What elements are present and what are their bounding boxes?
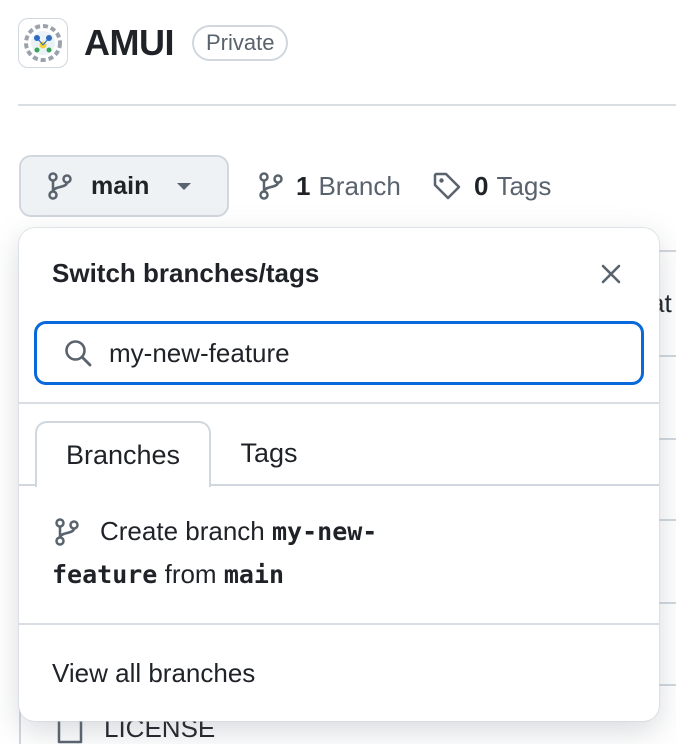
chevron-down-icon <box>177 182 192 190</box>
create-branch-text-line2: feature from main <box>52 559 284 590</box>
visibility-badge: Private <box>192 25 289 61</box>
branches-count: 1 <box>296 170 311 201</box>
git-branch-icon <box>259 172 283 200</box>
tags-label: Tags <box>496 170 552 201</box>
tags-link[interactable]: 0 Tags <box>432 168 551 204</box>
search-input[interactable] <box>109 337 589 369</box>
base-branch-name: main <box>223 560 285 589</box>
dropdown-title: Switch branches/tags <box>52 258 320 288</box>
create-branch-text-line1: Create branch my-new- <box>100 516 377 547</box>
tab-branches[interactable]: Branches <box>35 421 211 487</box>
new-branch-name-part2: feature <box>52 560 158 589</box>
tab-tags[interactable]: Tags <box>219 421 319 485</box>
repo-name[interactable]: AMUI <box>84 22 175 64</box>
tag-icon <box>433 172 461 200</box>
create-from-label: from <box>164 559 217 589</box>
dropdown-divider <box>19 402 659 404</box>
view-all-branches-link[interactable]: View all branches <box>52 658 255 689</box>
branches-link[interactable]: 1 Branch <box>258 168 401 204</box>
create-branch-option[interactable]: Create branch my-new- feature from main <box>19 486 659 622</box>
tags-count: 0 <box>474 170 489 201</box>
close-button[interactable] <box>596 259 626 289</box>
search-icon <box>65 340 92 367</box>
create-branch-prefix: Create branch <box>100 516 265 546</box>
gear-logo-icon <box>24 24 62 62</box>
header-divider <box>18 104 676 106</box>
dropdown-divider <box>19 623 659 625</box>
page: AMUI Private at LICENSE main 1 Branch 0 … <box>0 0 676 744</box>
repo-header: AMUI Private <box>18 16 289 70</box>
new-branch-name-part1: my-new- <box>272 517 378 546</box>
branch-selector-button[interactable]: main <box>19 155 229 217</box>
repo-avatar[interactable] <box>18 18 68 68</box>
git-branch-icon <box>55 518 79 546</box>
branch-search-field[interactable] <box>34 321 644 385</box>
git-branch-icon <box>48 172 72 200</box>
current-branch-label: main <box>91 171 150 200</box>
close-icon <box>601 264 621 284</box>
branch-switcher-dropdown: Switch branches/tags Branches Tags <box>19 228 659 721</box>
branches-label: Branch <box>318 170 401 201</box>
